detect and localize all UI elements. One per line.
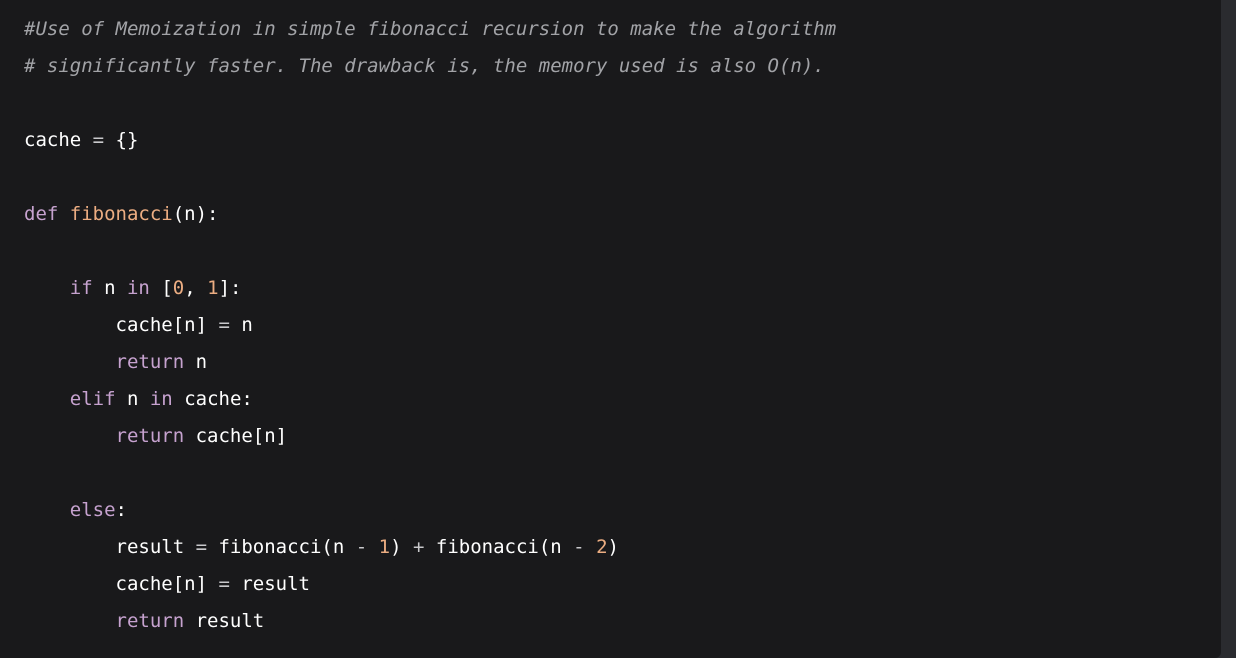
code-token-plain: cache[n]	[24, 314, 207, 336]
code-token-comment: #Use of Memoization in simple fibonacci …	[24, 18, 836, 40]
code-token-plain: n	[241, 314, 252, 336]
code-token-func: fibonacci	[70, 203, 173, 225]
code-token-plain: fibonacci(n	[218, 536, 344, 558]
code-token-punct: :	[116, 499, 127, 521]
code-token-plain	[24, 425, 116, 447]
code-token-keyword: elif	[70, 388, 116, 410]
code-token-keyword: return	[116, 610, 185, 632]
code-token-plain: result	[184, 610, 264, 632]
code-token-op: -	[562, 536, 596, 558]
code-token-op: -	[344, 536, 378, 558]
code-token-plain: n	[116, 388, 150, 410]
code-token-punct: ,	[184, 277, 207, 299]
code-line-2: # significantly faster. The drawback is,…	[24, 48, 825, 85]
code-line-9: cache[n] = n	[24, 307, 253, 344]
code-token-keyword: in	[150, 388, 173, 410]
code-token-keyword: return	[116, 351, 185, 373]
code-token-punct: [	[150, 277, 173, 299]
code-token-keyword: return	[116, 425, 185, 447]
code-token-punct: )	[390, 536, 401, 558]
code-token-plain	[24, 388, 70, 410]
code-token-number: 1	[379, 536, 390, 558]
code-line-8: if n in [0, 1]:	[24, 270, 241, 307]
code-line-15: result = fibonacci(n - 1) + fibonacci(n …	[24, 529, 619, 566]
code-token-plain: fibonacci(n	[436, 536, 562, 558]
code-token-keyword: in	[127, 277, 150, 299]
code-token-number: 1	[207, 277, 218, 299]
code-token-op: +	[402, 536, 436, 558]
code-token-plain: cache[n]	[24, 573, 207, 595]
code-token-plain	[24, 277, 70, 299]
code-line-6: def fibonacci(n):	[24, 196, 219, 233]
code-block: #Use of Memoization in simple fibonacci …	[0, 0, 1221, 658]
code-token-plain: cache:	[173, 388, 253, 410]
code-token-number: 2	[596, 536, 607, 558]
code-line-4: cache = {}	[24, 122, 138, 159]
code-line-14: else:	[24, 492, 127, 529]
code-token-punct: {}	[116, 129, 139, 151]
code-line-1: #Use of Memoization in simple fibonacci …	[24, 11, 836, 48]
code-token-punct: (n):	[173, 203, 219, 225]
code-token-op: =	[81, 129, 115, 151]
code-token-op: =	[207, 314, 241, 336]
code-line-16: cache[n] = result	[24, 566, 310, 603]
code-line-17: return result	[24, 603, 264, 640]
code-token-plain: cache	[24, 129, 81, 151]
code-token-plain	[58, 203, 69, 225]
code-line-12: return cache[n]	[24, 418, 287, 455]
code-token-number: 0	[173, 277, 184, 299]
code-token-keyword: else	[70, 499, 116, 521]
code-token-comment: # significantly faster. The drawback is,…	[24, 55, 825, 77]
code-token-op: =	[207, 573, 241, 595]
code-token-plain	[24, 351, 116, 373]
code-token-keyword: def	[24, 203, 58, 225]
code-token-op: =	[184, 536, 218, 558]
code-token-keyword: if	[70, 277, 93, 299]
code-token-punct: )	[608, 536, 619, 558]
code-token-plain: result	[241, 573, 310, 595]
code-line-10: return n	[24, 344, 207, 381]
code-token-plain: result	[24, 536, 184, 558]
code-token-plain: n	[93, 277, 127, 299]
code-token-plain	[24, 610, 116, 632]
code-token-plain	[24, 499, 70, 521]
code-token-plain: cache[n]	[184, 425, 287, 447]
code-line-11: elif n in cache:	[24, 381, 253, 418]
code-token-plain: n	[184, 351, 207, 373]
code-token-punct: ]:	[219, 277, 242, 299]
